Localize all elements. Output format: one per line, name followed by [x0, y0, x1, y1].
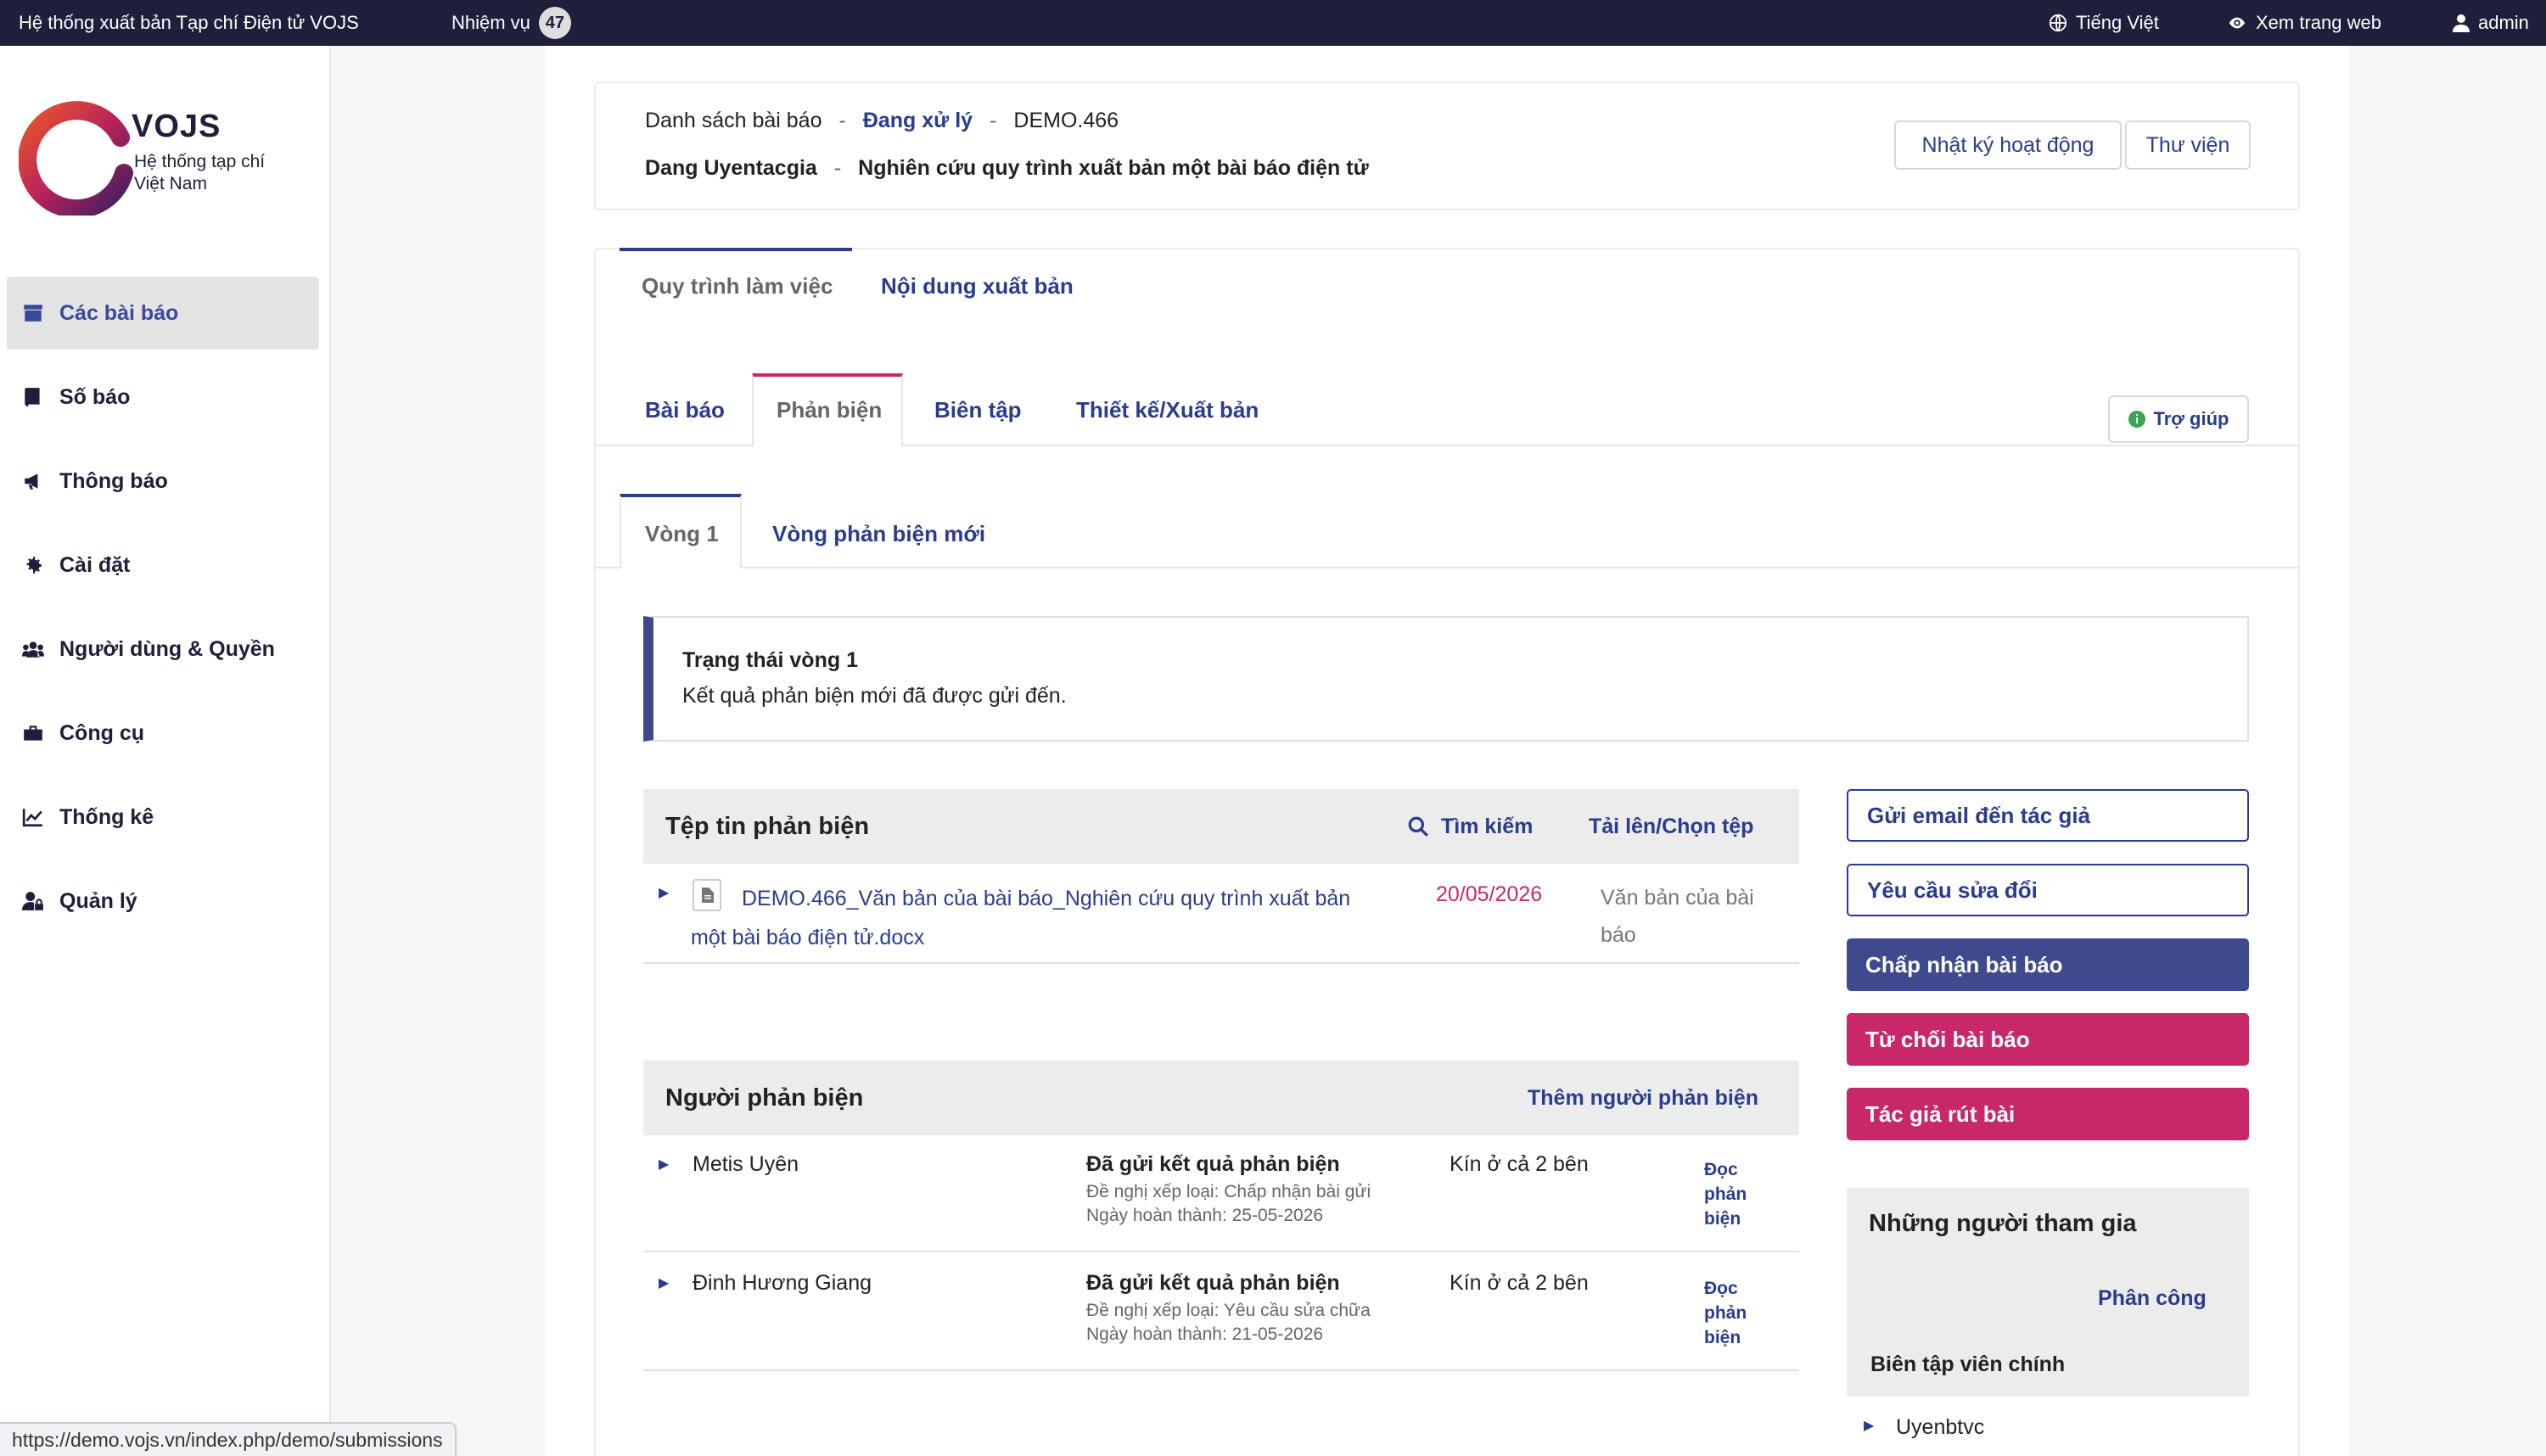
reviewer-name: Metis Uyên	[693, 1152, 799, 1176]
file-type: Văn bản của bài báo	[1601, 886, 1754, 947]
reviewer-status: Đã gửi kết quả phản biện Đề nghị xếp loạ…	[1086, 1152, 1371, 1225]
stage-tab-review[interactable]: Phản biện	[777, 397, 882, 423]
sidebar: VOJS Hệ thống tạp chí Việt Nam Các bài b…	[0, 46, 331, 1456]
book-icon	[25, 388, 40, 406]
sidebar-item-statistics[interactable]: Thống kê	[7, 781, 319, 854]
expand-caret-icon[interactable]: ▶	[659, 1274, 669, 1291]
request-revisions-button[interactable]: Yêu cầu sửa đổi	[1847, 864, 2249, 916]
status-bar-url: https://demo.vojs.vn/index.php/demo/subm…	[0, 1422, 457, 1456]
decline-submission-button[interactable]: Từ chối bài báo	[1847, 1013, 2249, 1066]
breadcrumb: Danh sách bài báo - Đang xử lý - DEMO.46…	[645, 109, 1119, 133]
round-tabs-divider	[594, 567, 2300, 568]
stage-tab-submission[interactable]: Bài báo	[645, 397, 725, 423]
sidebar-item-tools[interactable]: Công cụ	[7, 697, 319, 770]
sidebar-item-announcements[interactable]: Thông báo	[7, 445, 319, 518]
author-withdraw-button[interactable]: Tác giả rút bài	[1847, 1088, 2249, 1140]
search-files-button[interactable]: Tìm kiếm	[1407, 815, 1533, 839]
reviewers-header: Người phản biện Thêm người phản biện	[643, 1061, 1799, 1135]
submission-title: Nghiên cứu quy trình xuất bản một bài bá…	[858, 156, 1369, 180]
gear-icon	[26, 557, 42, 574]
upload-file-button[interactable]: Tải lên/Chọn tệp	[1589, 815, 1753, 839]
file-name-link[interactable]: DEMO.466_Văn bản của bài báo_Nghiên cứu …	[691, 879, 1370, 957]
tasks-link[interactable]: Nhiệm vụ 47	[451, 0, 571, 46]
review-method: Kín ở cả 2 bên	[1450, 1271, 1589, 1295]
breadcrumb-root[interactable]: Danh sách bài báo	[645, 109, 822, 133]
tab-publication[interactable]: Nội dung xuất bản	[881, 273, 1074, 300]
sidebar-item-issues[interactable]: Số báo	[7, 361, 319, 434]
tasks-count-badge: 47	[538, 7, 571, 39]
tab-workflow[interactable]: Quy trình làm việc	[642, 273, 833, 300]
stage-tab-production[interactable]: Thiết kế/Xuất bản	[1076, 397, 1259, 423]
archive-icon	[24, 305, 42, 322]
add-reviewer-button[interactable]: Thêm người phản biện	[1528, 1086, 1758, 1111]
info-icon	[2128, 411, 2145, 428]
read-review-link[interactable]: Đọc phản biện	[1704, 1276, 1747, 1350]
sidebar-item-administration[interactable]: Quản lý	[7, 865, 319, 938]
user-icon	[2453, 14, 2470, 32]
submission-header: Danh sách bài báo - Đang xử lý - DEMO.46…	[594, 81, 2300, 210]
file-row: ▶ DEMO.466_Văn bản của bài báo_Nghiên cứ…	[643, 864, 1799, 964]
participants-panel: Những người tham gia Phân công Biên tập …	[1847, 1188, 2249, 1397]
read-review-link[interactable]: Đọc phản biện	[1704, 1157, 1747, 1231]
megaphone-icon	[25, 473, 38, 490]
round-tab-new[interactable]: Vòng phản biện mới	[772, 521, 985, 547]
language-selector[interactable]: Tiếng Việt	[2049, 0, 2159, 46]
round-tab-1[interactable]: Vòng 1	[645, 521, 719, 547]
participant-group-label: Biên tập viên chính	[1870, 1352, 2066, 1376]
assign-participant-button[interactable]: Phân công	[2098, 1286, 2207, 1311]
logo-mark	[19, 101, 133, 216]
top-bar: Hệ thống xuất bản Tạp chí Điện tử VOJS N…	[0, 0, 2546, 46]
tab-active-indicator	[620, 248, 852, 251]
accept-submission-button[interactable]: Chấp nhận bài báo	[1847, 938, 2249, 991]
expand-caret-icon[interactable]: ▶	[1864, 1417, 1874, 1434]
participant-name: Uyenbtvc	[1896, 1415, 1985, 1439]
library-button[interactable]: Thư viện	[2125, 120, 2251, 170]
sidebar-item-submissions[interactable]: Các bài báo	[7, 277, 319, 350]
users-icon	[22, 641, 44, 658]
submission-title-line: Dang Uyentacgia - Nghiên cứu quy trình x…	[645, 156, 1369, 180]
activity-log-button[interactable]: Nhật ký hoạt động	[1894, 120, 2122, 170]
logo-name: VOJS	[132, 109, 222, 144]
site-title[interactable]: Hệ thống xuất bản Tạp chí Điện tử VOJS	[19, 0, 359, 46]
globe-icon	[2049, 14, 2067, 32]
view-site-link[interactable]: Xem trang web	[2227, 0, 2381, 46]
sidebar-item-settings[interactable]: Cài đặt	[7, 529, 319, 602]
file-date: 20/05/2026	[1436, 882, 1543, 906]
logo-subtitle: Hệ thống tạp chí Việt Nam	[134, 152, 266, 193]
round-status-message: Kết quả phản biện mới đã được gửi đến.	[682, 684, 1067, 708]
round-status-notice: Trạng thái vòng 1 Kết quả phản biện mới …	[643, 616, 2249, 742]
user-lock-icon	[22, 892, 43, 910]
reviewer-row: ▶ Đinh Hương Giang Đã gửi kết quả phản b…	[643, 1254, 1799, 1371]
reviewer-row: ▶ Metis Uyên Đã gửi kết quả phản biện Đề…	[643, 1135, 1799, 1252]
submission-author: Dang Uyentacgia	[645, 156, 817, 180]
review-files-header: Tệp tin phản biện Tìm kiếm Tải lên/Chọn …	[643, 789, 1799, 864]
stage-tab-copyediting[interactable]: Biên tập	[934, 397, 1022, 423]
reviewers-title: Người phản biện	[665, 1084, 864, 1112]
email-author-button[interactable]: Gửi email đến tác giả	[1847, 789, 2249, 842]
expand-caret-icon[interactable]: ▶	[659, 1156, 669, 1173]
sidebar-item-users-roles[interactable]: Người dùng & Quyền	[7, 613, 319, 686]
review-method: Kín ở cả 2 bên	[1450, 1152, 1589, 1176]
toolbox-icon	[24, 725, 42, 741]
participant-item[interactable]: ▶ Uyenbtvc	[1847, 1397, 2249, 1456]
eye-icon	[2229, 17, 2246, 29]
breadcrumb-status[interactable]: Đang xử lý	[863, 109, 973, 133]
help-button[interactable]: Trợ giúp	[2108, 395, 2249, 443]
breadcrumb-id: DEMO.466	[1013, 109, 1119, 132]
user-menu[interactable]: admin	[2453, 0, 2529, 46]
expand-caret-icon[interactable]: ▶	[659, 884, 669, 901]
reviewer-name: Đinh Hương Giang	[693, 1271, 872, 1295]
search-icon	[1408, 816, 1428, 837]
reviewer-status: Đã gửi kết quả phản biện Đề nghị xếp loạ…	[1086, 1271, 1371, 1344]
participants-title: Những người tham gia	[1869, 1210, 2137, 1237]
chart-icon	[22, 809, 42, 827]
round-status-title: Trạng thái vòng 1	[682, 648, 858, 672]
review-files-title: Tệp tin phản biện	[665, 812, 870, 840]
